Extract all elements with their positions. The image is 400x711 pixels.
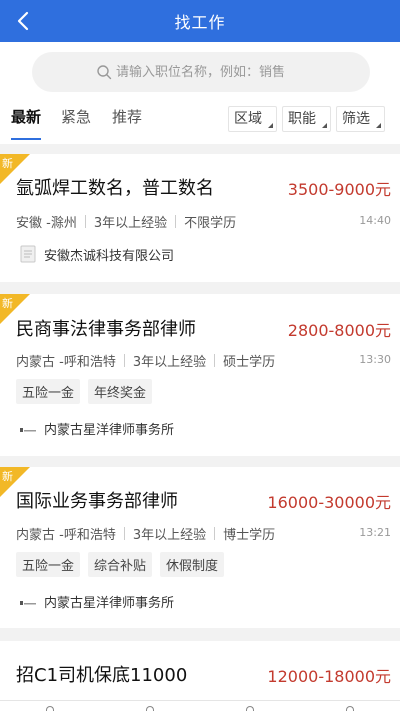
new-badge-label: 新	[2, 470, 13, 483]
job-card[interactable]: 新 国际业务事务部律师 16000-30000元 内蒙古 -呼和浩特 3年以上经…	[0, 467, 400, 628]
job-salary: 12000-18000元	[267, 667, 391, 686]
nav-jobs-icon[interactable]	[146, 706, 154, 711]
job-post-time: 13:30	[359, 353, 391, 366]
meta-divider	[123, 354, 125, 367]
dropdown-corner-icon	[268, 123, 273, 128]
company-link[interactable]: 安徽杰诚科技有限公司	[18, 244, 174, 264]
job-meta: 内蒙古 -呼和浩特 3年以上经验 硕士学历	[16, 351, 275, 370]
job-experience: 3年以上经验	[132, 355, 207, 370]
company-logo-icon	[18, 591, 38, 611]
nav-profile-icon[interactable]	[346, 706, 354, 711]
job-card[interactable]: 新 民商事法律事务部律师 2800-8000元 内蒙古 -呼和浩特 3年以上经验…	[0, 294, 400, 456]
filter-more-label: 筛选	[342, 111, 370, 127]
filter-function-dropdown[interactable]: 职能	[282, 106, 331, 132]
job-salary: 3500-9000元	[287, 180, 391, 199]
job-education: 硕士学历	[223, 355, 276, 370]
app-header: 找工作	[0, 0, 400, 42]
bottom-nav-bar[interactable]	[0, 700, 400, 711]
company-name: 内蒙古星洋律师事务所	[44, 595, 175, 611]
search-box[interactable]	[32, 52, 370, 92]
meta-divider	[214, 354, 216, 367]
job-title[interactable]: 氩弧焊工数名，普工数名	[16, 174, 214, 200]
new-badge-label: 新	[2, 297, 13, 310]
job-location: 内蒙古 -呼和浩特	[16, 528, 116, 543]
company-name: 安徽杰诚科技有限公司	[44, 248, 175, 264]
job-salary: 2800-8000元	[287, 321, 391, 340]
job-location: 内蒙古 -呼和浩特	[16, 355, 116, 370]
job-post-time: 13:21	[359, 526, 391, 539]
job-location: 安徽 -滁州	[16, 216, 77, 231]
filter-more-dropdown[interactable]: 筛选	[336, 106, 385, 132]
active-tab-indicator	[11, 138, 41, 140]
nav-messages-icon[interactable]	[246, 706, 254, 711]
filter-function-label: 职能	[288, 111, 316, 127]
job-education: 不限学历	[184, 216, 237, 231]
benefit-tag: 年终奖金	[88, 379, 153, 404]
search-section	[0, 42, 400, 102]
new-badge-label: 新	[2, 157, 13, 170]
back-button[interactable]	[10, 8, 36, 34]
job-meta: 安徽 -滁州 3年以上经验 不限学历	[16, 212, 236, 231]
tab-urgent[interactable]: 紧急	[61, 106, 91, 127]
job-post-time: 14:40	[359, 214, 391, 227]
job-education: 博士学历	[223, 528, 276, 543]
benefit-tag: 休假制度	[160, 552, 225, 577]
job-title[interactable]: 国际业务事务部律师	[16, 487, 178, 513]
company-link[interactable]: 内蒙古星洋律师事务所	[18, 418, 174, 438]
job-salary: 16000-30000元	[267, 493, 391, 512]
company-logo-icon	[18, 418, 38, 438]
nav-home-icon[interactable]	[46, 706, 54, 711]
benefit-tag: 五险一金	[16, 379, 81, 404]
company-name: 内蒙古星洋律师事务所	[44, 422, 175, 438]
job-experience: 3年以上经验	[132, 528, 207, 543]
job-experience: 3年以上经验	[93, 216, 168, 231]
tab-bar: 最新 紧急 推荐 区域 职能 筛选	[0, 102, 400, 144]
meta-divider	[175, 215, 177, 228]
dropdown-corner-icon	[376, 123, 381, 128]
tab-latest[interactable]: 最新	[11, 106, 41, 127]
meta-divider	[214, 527, 216, 540]
company-link[interactable]: 内蒙古星洋律师事务所	[18, 591, 174, 611]
benefit-tag: 五险一金	[16, 552, 81, 577]
job-card[interactable]: 招C1司机保底11000 12000-18000元	[0, 641, 400, 700]
meta-divider	[84, 215, 86, 228]
job-title[interactable]: 民商事法律事务部律师	[16, 315, 196, 341]
benefit-tags: 五险一金 综合补贴 休假制度	[16, 552, 225, 577]
filter-region-dropdown[interactable]: 区域	[228, 106, 277, 132]
job-card[interactable]: 新 氩弧焊工数名，普工数名 3500-9000元 安徽 -滁州 3年以上经验 不…	[0, 154, 400, 282]
meta-divider	[123, 527, 125, 540]
tab-recommended[interactable]: 推荐	[112, 106, 142, 127]
benefit-tags: 五险一金 年终奖金	[16, 379, 153, 404]
job-title[interactable]: 招C1司机保底11000	[16, 661, 187, 687]
benefit-tag: 综合补贴	[88, 552, 153, 577]
search-input[interactable]	[116, 64, 356, 80]
search-icon	[97, 65, 112, 80]
page-title: 找工作	[174, 13, 226, 32]
dropdown-corner-icon	[322, 123, 327, 128]
job-meta: 内蒙古 -呼和浩特 3年以上经验 博士学历	[16, 524, 275, 543]
company-logo-icon	[18, 244, 38, 264]
filter-region-label: 区域	[234, 111, 262, 127]
chevron-left-icon	[17, 11, 29, 31]
